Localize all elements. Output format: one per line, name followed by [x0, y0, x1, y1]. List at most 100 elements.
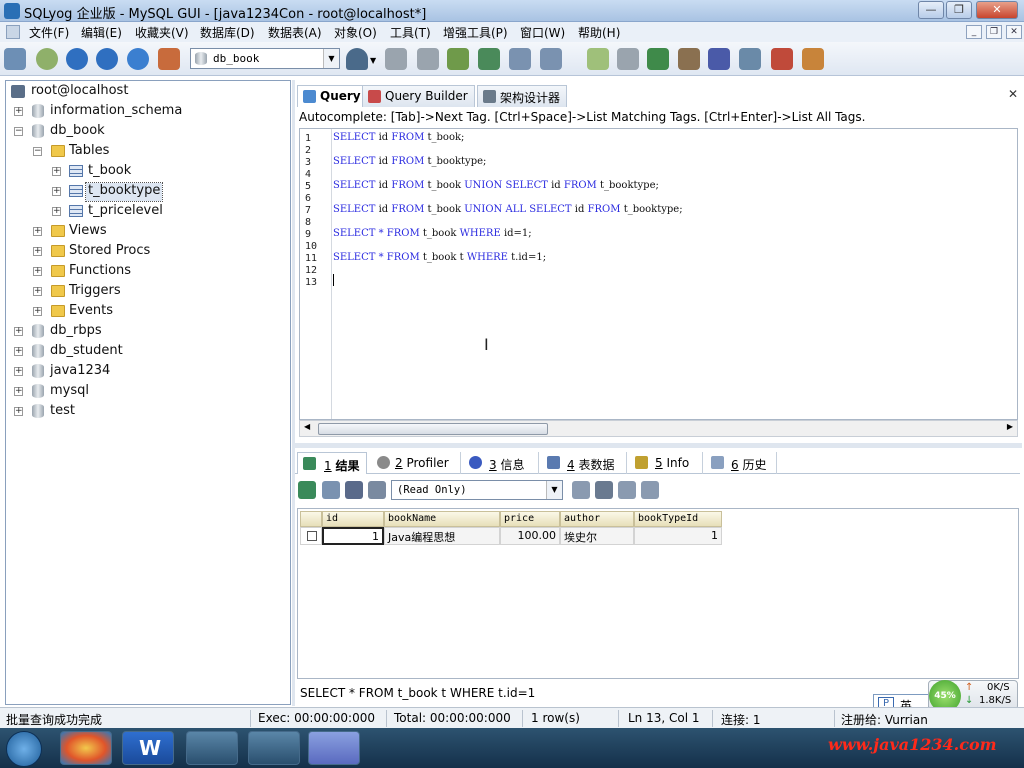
- table-cell-price[interactable]: 100.00: [500, 527, 560, 545]
- expand-icon[interactable]: +: [52, 167, 61, 176]
- maximize-button[interactable]: ❐: [946, 1, 972, 19]
- text-mode-icon[interactable]: [368, 481, 386, 499]
- save-changes-icon[interactable]: [595, 481, 613, 499]
- document-icon[interactable]: [6, 25, 20, 39]
- tree-db-mysql[interactable]: mysql: [50, 383, 89, 401]
- close-button[interactable]: ✕: [976, 1, 1018, 19]
- database-select[interactable]: db_book ▼: [190, 48, 340, 69]
- tree-db-db-student[interactable]: db_student: [50, 343, 123, 361]
- chevron-down-icon[interactable]: ▼: [546, 481, 562, 499]
- tab-profiler[interactable]: 2 Profiler: [369, 452, 461, 474]
- expand-icon[interactable]: +: [14, 387, 23, 396]
- designer-icon[interactable]: [802, 48, 824, 70]
- expand-icon[interactable]: +: [33, 267, 42, 276]
- tree-table-t-pricelevel[interactable]: t_pricelevel: [88, 203, 163, 221]
- tab-query-builder[interactable]: Query Builder: [362, 85, 475, 107]
- execute-query-icon[interactable]: [66, 48, 88, 70]
- column-header-id[interactable]: id: [322, 511, 384, 527]
- expand-icon[interactable]: +: [33, 247, 42, 256]
- checkbox[interactable]: [307, 531, 317, 541]
- tree-db-test[interactable]: test: [50, 403, 75, 421]
- refresh-result-icon[interactable]: [641, 481, 659, 499]
- mdi-close-button[interactable]: ✕: [1006, 25, 1022, 39]
- expand-icon[interactable]: +: [14, 107, 23, 116]
- table-cell-bookname[interactable]: Java编程思想: [384, 527, 500, 545]
- tab-history[interactable]: 6 历史: [705, 452, 777, 474]
- user-manager-icon[interactable]: [346, 48, 368, 70]
- expand-icon[interactable]: +: [33, 287, 42, 296]
- table-structure-icon[interactable]: [540, 48, 562, 70]
- backup-icon[interactable]: [447, 48, 469, 70]
- tree-db-db-book[interactable]: db_book: [50, 123, 105, 141]
- scroll-right-icon[interactable]: ▶: [1007, 422, 1013, 431]
- save-result-icon[interactable]: [345, 481, 363, 499]
- create-db-icon[interactable]: [385, 48, 407, 70]
- tree-table-t-booktype[interactable]: t_booktype: [84, 182, 164, 202]
- execute-all-icon[interactable]: [96, 48, 118, 70]
- tree-folder-views[interactable]: Views: [69, 223, 107, 241]
- taskbar-app-icon[interactable]: [60, 731, 112, 765]
- tree-table-t-book[interactable]: t_book: [88, 163, 131, 181]
- expand-icon[interactable]: +: [14, 407, 23, 416]
- tree-folder-stored-procs[interactable]: Stored Procs: [69, 243, 150, 261]
- expand-icon[interactable]: +: [14, 347, 23, 356]
- tree-folder-triggers[interactable]: Triggers: [69, 283, 121, 301]
- taskbar-sqlyog2-icon[interactable]: [248, 731, 300, 765]
- scrollbar-thumb[interactable]: [318, 423, 548, 435]
- schema-icon[interactable]: [158, 48, 180, 70]
- menu-help[interactable]: 帮助(H): [574, 24, 624, 41]
- taskbar-sqlyog-icon[interactable]: [186, 731, 238, 765]
- result-mode-select[interactable]: (Read Only) ▼: [391, 480, 563, 500]
- refresh-icon[interactable]: [127, 48, 149, 70]
- table-cell-author[interactable]: 埃史尔: [560, 527, 634, 545]
- delete-row-icon[interactable]: [618, 481, 636, 499]
- copy-result-icon[interactable]: [322, 481, 340, 499]
- menu-edit[interactable]: 编辑(E): [77, 24, 126, 41]
- table-row-selector[interactable]: [300, 527, 322, 545]
- create-table-icon[interactable]: [417, 48, 439, 70]
- collapse-icon[interactable]: −: [33, 147, 42, 156]
- export-icon[interactable]: [678, 48, 700, 70]
- db-copy-icon[interactable]: [617, 48, 639, 70]
- connect-icon[interactable]: [4, 48, 26, 70]
- minimize-button[interactable]: —: [918, 1, 944, 19]
- insert-row-icon[interactable]: [572, 481, 590, 499]
- tree-folder-functions[interactable]: Functions: [69, 263, 131, 281]
- table-cell-booktypeid[interactable]: 1: [634, 527, 722, 545]
- expand-icon[interactable]: +: [14, 367, 23, 376]
- expand-icon[interactable]: +: [52, 207, 61, 216]
- menu-window[interactable]: 窗口(W): [516, 24, 569, 41]
- tab-schema-designer[interactable]: 架构设计器: [477, 85, 568, 107]
- menu-favorites[interactable]: 收藏夹(V): [131, 24, 193, 41]
- tab-query[interactable]: Query: [297, 85, 368, 107]
- menu-object[interactable]: 对象(O): [330, 24, 381, 41]
- sql-editor[interactable]: 1 2 3 4 5 6 7 8 9 10 11 12 13 SELECT id FROM t_book;…: [299, 128, 1018, 420]
- user-dropdown-icon[interactable]: ▼: [370, 56, 376, 65]
- column-header-bookname[interactable]: bookName: [384, 511, 500, 527]
- tree-db-information-schema[interactable]: information_schema: [50, 103, 182, 121]
- menu-powertools[interactable]: 增强工具(P): [439, 24, 512, 41]
- tree-folder-tables[interactable]: Tables: [69, 143, 109, 161]
- table-data-icon[interactable]: [509, 48, 531, 70]
- collapse-icon[interactable]: −: [14, 127, 23, 136]
- menu-table[interactable]: 数据表(A): [264, 24, 326, 41]
- table-cell-id[interactable]: 1: [322, 527, 384, 545]
- tab-info[interactable]: 5 Info: [629, 452, 703, 474]
- chevron-down-icon[interactable]: ▼: [323, 49, 339, 68]
- tree-db-java1234[interactable]: java1234: [50, 363, 110, 381]
- new-connection-icon[interactable]: [36, 48, 58, 70]
- menu-tools[interactable]: 工具(T): [386, 24, 435, 41]
- tab-messages[interactable]: 3 信息: [463, 452, 539, 474]
- menu-database[interactable]: 数据库(D): [196, 24, 259, 41]
- export-result-icon[interactable]: [298, 481, 316, 499]
- mdi-minimize-button[interactable]: _: [966, 25, 982, 39]
- column-header-booktypeid[interactable]: bookTypeId: [634, 511, 722, 527]
- taskbar-word-icon[interactable]: W: [122, 731, 174, 765]
- tree-db-db-rbps[interactable]: db_rbps: [50, 323, 102, 341]
- tab-table-data[interactable]: 4 表数据: [541, 452, 627, 474]
- scheduler-icon[interactable]: [708, 48, 730, 70]
- start-button[interactable]: [6, 731, 42, 767]
- scroll-left-icon[interactable]: ◀: [304, 422, 310, 431]
- tab-result[interactable]: 1 结果: [297, 452, 367, 474]
- mdi-restore-button[interactable]: ❐: [986, 25, 1002, 39]
